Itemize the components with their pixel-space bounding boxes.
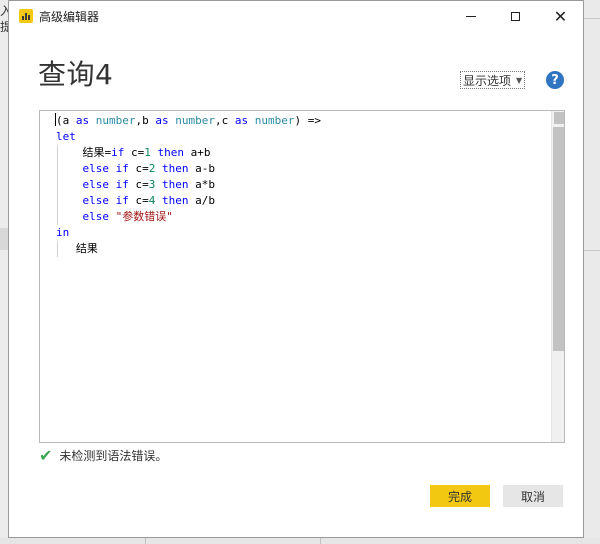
code-token: if [111,146,125,159]
code-token: then [161,194,189,207]
code-token: else if [82,194,129,207]
code-token: c= [128,162,149,175]
code-token: 1 [144,146,151,159]
chevron-down-icon: ▼ [516,75,523,85]
code-token: let [56,130,76,143]
code-token: then [161,162,189,175]
code-token: else [82,210,110,223]
window-title: 高级编辑器 [39,10,100,24]
query-title: 查询4 [38,58,114,91]
code-token: number [95,114,136,127]
code-token: then [157,146,185,159]
code-token: as [155,114,169,127]
close-button[interactable]: ✕ [538,1,583,31]
code-token: c= [128,194,149,207]
display-options-dropdown[interactable]: 显示选项 ▼ [460,71,526,89]
code-token: else if [82,162,129,175]
scroll-up-arrow[interactable] [554,112,564,124]
code-token: ) => [294,114,322,127]
background-app-bottom [0,538,600,544]
code-token: 结果= [56,146,112,159]
code-line: else "参数错误" [56,209,321,225]
code-token: a+b [184,146,211,159]
code-token: then [161,178,189,191]
code-line: 结果 [56,241,321,257]
scrollbar-thumb[interactable] [553,127,564,351]
background-divider [584,18,600,19]
code-token: else if [82,178,129,191]
code-token: ,b [135,114,156,127]
status-message: 未检测到语法错误。 [59,449,168,463]
code-token: a/b [188,194,215,207]
background-app-left: 入 提 [0,0,12,544]
code-token: c= [128,178,149,191]
maximize-button[interactable] [493,1,538,31]
code-token: c= [124,146,145,159]
advanced-editor-dialog: 高级编辑器 ✕ 查询4 显示选项 ▼ ? (a as number,b as n… [8,0,584,538]
code-line: 结果=if c=1 then a+b [56,145,321,161]
code-token: as [234,114,249,127]
background-app-right [584,0,600,544]
background-divider [145,538,146,544]
help-icon[interactable]: ? [546,71,564,89]
close-icon: ✕ [553,6,568,26]
checkmark-icon: ✔ [39,446,53,465]
code-token: a*b [188,178,215,191]
syntax-status: ✔ 未检测到语法错误。 [39,446,167,465]
code-token: number [254,114,295,127]
minimize-icon [465,15,476,17]
cancel-button[interactable]: 取消 [503,485,563,507]
vertical-scrollbar[interactable] [551,111,564,442]
code-line: else if c=4 then a/b [56,193,321,209]
code-token: 结果 [56,242,98,255]
code-line: else if c=2 then a-b [56,161,321,177]
background-panel-segment [0,228,8,250]
code-token: as [75,114,90,127]
code-token: number [175,114,215,127]
code-editor[interactable]: (a as number,b as number,c as number) =>… [39,110,565,443]
maximize-icon [511,11,520,21]
code-line: (a as number,b as number,c as number) => [55,113,322,129]
code-text[interactable]: (a as number,b as number,c as number) =>… [55,113,322,257]
code-line: let [56,129,321,145]
minimize-button[interactable] [448,1,493,31]
code-token: (a [56,114,76,127]
background-divider [320,538,321,544]
background-divider [584,250,600,251]
code-token: ,c [215,114,235,127]
done-button[interactable]: 完成 [430,485,490,507]
display-options-label: 显示选项 [463,73,512,88]
code-line: in [56,225,321,241]
code-token: in [56,226,70,239]
power-bi-icon [19,9,33,23]
title-bar[interactable]: 高级编辑器 ✕ [9,1,583,31]
code-token: "参数错误" [115,210,173,223]
code-token: a-b [188,162,215,175]
code-line: else if c=3 then a*b [56,177,321,193]
